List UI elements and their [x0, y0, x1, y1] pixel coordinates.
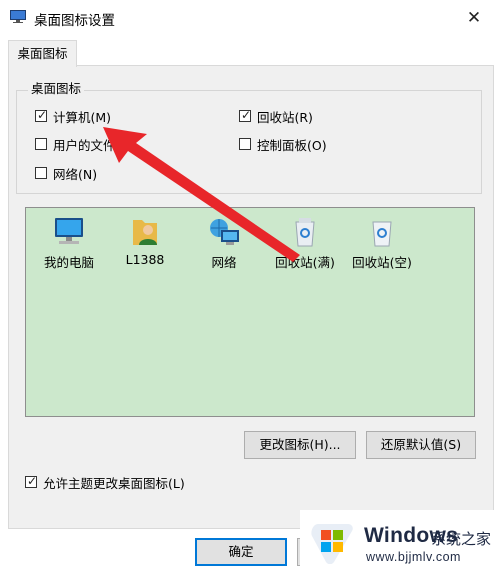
- desktop-settings-icon: [10, 10, 26, 23]
- watermark: Windows 系统之家 www.bjjmlv.com: [300, 510, 500, 574]
- network-icon: [210, 219, 239, 245]
- checkbox-label: 用户的文件: [53, 137, 116, 153]
- checkbox-label: 允许主题更改桌面图标(L): [43, 475, 185, 491]
- window-title: 桌面图标设置: [34, 13, 115, 29]
- checkbox-box[interactable]: [35, 167, 47, 179]
- checkbox-label: 网络(N): [53, 166, 98, 182]
- icon-label: 我的电脑: [43, 255, 94, 270]
- checkbox-box[interactable]: ✓: [35, 108, 48, 122]
- watermark-brand-cn: 系统之家: [431, 530, 492, 548]
- restore-default-button[interactable]: 还原默认值(S): [366, 431, 476, 459]
- title-bar: 桌面图标设置 ✕: [0, 0, 500, 36]
- icon-label: L1388: [125, 252, 165, 267]
- icon-label: 回收站(满): [275, 255, 335, 270]
- recycle-bin-full-icon: [295, 218, 315, 247]
- windows-logo-icon: [311, 524, 353, 564]
- checkbox-box[interactable]: ✓: [239, 108, 252, 122]
- recycle-bin-empty-icon: [372, 221, 392, 247]
- watermark-url: www.bjjmlv.com: [366, 550, 461, 564]
- icon-label: 网络: [211, 255, 237, 270]
- checkbox-recycle-bin[interactable]: ✓ 回收站(R): [239, 107, 313, 125]
- icon-item-recycle-bin-empty[interactable]: 回收站(空): [344, 216, 420, 271]
- check-mark-icon: ✓: [27, 474, 38, 488]
- checkbox-box[interactable]: [35, 138, 47, 150]
- icon-item-computer[interactable]: 我的电脑: [31, 216, 107, 271]
- checkbox-control-panel[interactable]: 控制面板(O): [239, 135, 327, 153]
- user-folder-icon: [133, 220, 157, 245]
- check-mark-icon: ✓: [37, 108, 48, 122]
- change-icon-button[interactable]: 更改图标(H)...: [244, 431, 356, 459]
- checkbox-user-files[interactable]: 用户的文件: [35, 135, 116, 153]
- close-button[interactable]: ✕: [460, 6, 488, 30]
- checkbox-box[interactable]: ✓: [25, 474, 38, 488]
- icon-item-user-folder[interactable]: L1388: [107, 216, 183, 267]
- ok-button[interactable]: 确定: [195, 538, 287, 566]
- computer-icon: [55, 218, 83, 244]
- checkbox-allow-themes[interactable]: ✓ 允许主题更改桌面图标(L): [25, 473, 185, 491]
- checkbox-label: 回收站(R): [257, 109, 313, 125]
- icon-label: 回收站(空): [352, 255, 412, 270]
- check-mark-icon: ✓: [241, 108, 252, 122]
- group-title: 桌面图标: [28, 78, 85, 97]
- tab-desktop-icons[interactable]: 桌面图标: [8, 40, 77, 67]
- checkbox-computer[interactable]: ✓ 计算机(M): [35, 107, 111, 125]
- checkbox-label: 计算机(M): [53, 109, 112, 125]
- checkbox-box[interactable]: [239, 138, 251, 150]
- icon-list[interactable]: 我的电脑 L1388 网络 回收站(满) 回收站(空): [25, 207, 475, 417]
- checkbox-label: 控制面板(O): [257, 137, 327, 153]
- icon-item-recycle-bin-full[interactable]: 回收站(满): [267, 216, 343, 271]
- checkbox-network[interactable]: 网络(N): [35, 164, 97, 182]
- icon-item-network[interactable]: 网络: [186, 216, 262, 271]
